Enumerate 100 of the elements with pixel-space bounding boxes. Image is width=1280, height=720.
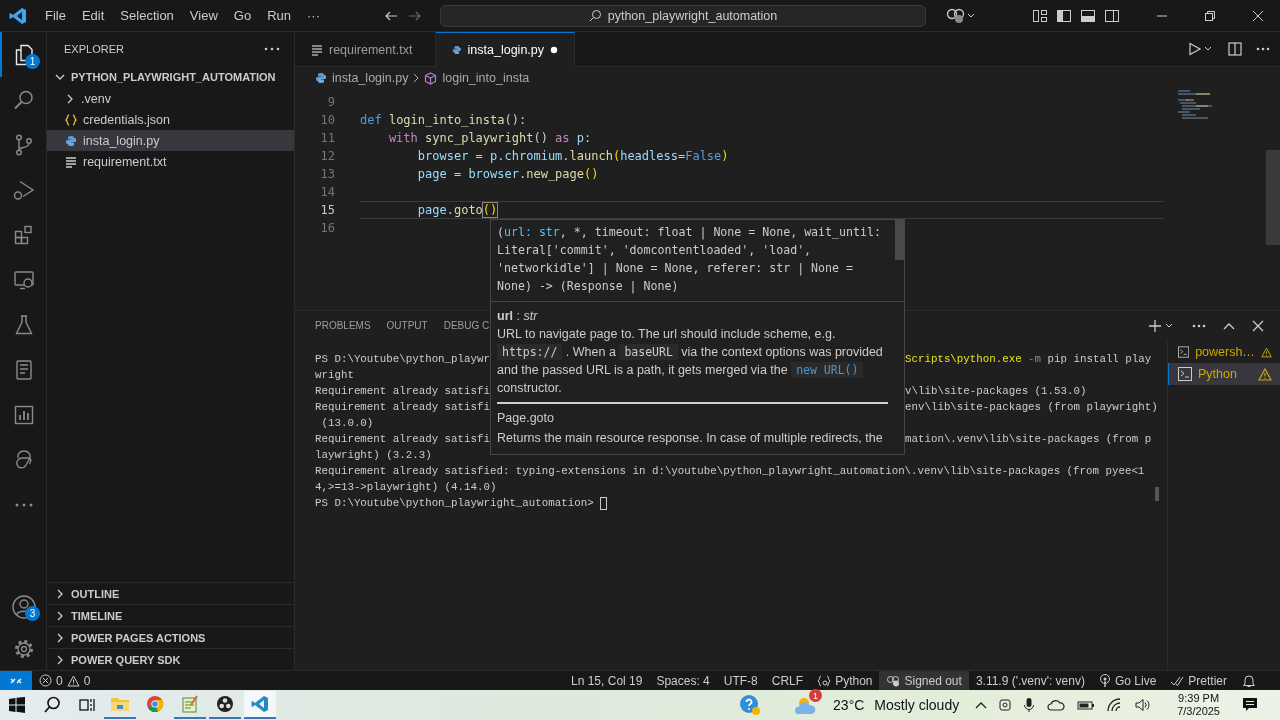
status-item[interactable]: Ln 15, Col 19 — [564, 671, 650, 690]
section-header[interactable]: POWER PAGES ACTIONS — [47, 626, 294, 648]
method-name: Page.goto — [497, 410, 555, 427]
secondary-sidebar-icon[interactable] — [1104, 7, 1120, 24]
menu-item[interactable]: Selection — [112, 8, 182, 23]
line-number: 15 — [319, 203, 335, 217]
notification-center-icon[interactable] — [1242, 697, 1258, 713]
menu-item[interactable]: Edit — [73, 8, 113, 23]
menu-item[interactable]: File — [37, 8, 74, 23]
tree-item[interactable]: credentials.json — [47, 109, 294, 130]
more-icon[interactable] — [1192, 324, 1206, 328]
terminal-text: PS D:\Youtube\python_playwr — [315, 352, 490, 367]
terminal-text: wright — [315, 368, 354, 383]
line-number: 11 — [319, 131, 335, 145]
microphone-icon[interactable] — [1023, 697, 1036, 713]
terminal-text: 4,>=13->playwright) (4.14.0) — [315, 480, 497, 495]
panel-toggle-icon[interactable] — [1080, 7, 1096, 24]
python-file-icon — [65, 134, 77, 147]
status-item[interactable]: Prettier — [1163, 671, 1234, 690]
alert-badge: 1 — [809, 689, 823, 702]
terminal-icon — [1178, 367, 1192, 381]
more-icon[interactable] — [1256, 47, 1270, 51]
task-view-icon[interactable] — [78, 696, 96, 714]
split-editor-icon[interactable] — [1228, 42, 1242, 56]
maximize-panel-icon[interactable] — [1222, 321, 1236, 331]
scrollbar-thumb[interactable] — [895, 220, 904, 260]
account-icon — [886, 674, 901, 687]
menu-item[interactable]: ··· — [299, 8, 328, 23]
line-number: 12 — [319, 149, 335, 163]
section-header[interactable]: POWER QUERY SDK — [47, 648, 294, 670]
sidebar-toggle-icon[interactable] — [1056, 7, 1072, 24]
code-line: page = browser.new_page() — [416, 166, 600, 183]
status-item[interactable]: UTF-8 — [716, 671, 765, 690]
activity-bar-item[interactable]: 1 — [0, 32, 46, 77]
breadcrumb-item[interactable]: insta_login.py — [315, 71, 409, 85]
activity-bar-item[interactable]: 3 — [0, 586, 46, 628]
terminal-text: Requirement already satisfied: typing-extensions in d:\youtube\python_playwright_automation\.venv\lib\site-packages (from pyee<1 — [315, 464, 1145, 479]
clock[interactable]: 9:39 PM 7/3/2025 — [1177, 692, 1220, 718]
status-item[interactable]: Signed out — [879, 671, 969, 690]
line-number: 14 — [319, 185, 335, 199]
app-logo-icon — [9, 6, 27, 25]
line-number: 13 — [319, 167, 335, 181]
breadcrumb-item[interactable]: login_into_insta — [424, 71, 530, 85]
text-file-icon — [311, 43, 323, 56]
help-icon[interactable] — [739, 694, 762, 716]
status-item[interactable]: Spaces: 4 — [649, 671, 717, 690]
terminal-prompt: PS D:\Youtube\python_playwright_automation> — [315, 496, 595, 511]
problems-status[interactable]: 0 0 — [32, 671, 98, 690]
panel-tab[interactable]: PROBLEMS — [315, 316, 371, 336]
python-file-icon — [452, 43, 462, 56]
menu-item[interactable]: View — [181, 8, 226, 23]
notifications-icon[interactable] — [1242, 673, 1256, 688]
close-icon[interactable] — [1252, 9, 1264, 22]
line-number: 16 — [319, 221, 335, 235]
folder-header[interactable]: PYTHON_PLAYWRIGHT_AUTOMATION — [47, 66, 294, 88]
scrollbar-thumb[interactable] — [1266, 150, 1280, 245]
terminal-text: mation\.venv\lib\site-packages (from p — [905, 432, 1152, 447]
cloud-icon[interactable] — [1047, 699, 1066, 711]
code-line: page.goto() — [360, 201, 1164, 219]
volume-icon[interactable] — [1135, 698, 1152, 712]
battery-icon[interactable] — [1077, 699, 1096, 711]
layout-icon[interactable] — [1032, 7, 1048, 24]
section-header[interactable]: TIMELINE — [47, 604, 294, 626]
command-center-field[interactable]: python_playwright_automation — [440, 4, 926, 27]
chevron-up-icon[interactable] — [975, 701, 988, 709]
status-item[interactable]: 3.11.9 ('.venv': venv) — [968, 671, 1092, 690]
scrollbar-thumb[interactable] — [1155, 487, 1159, 501]
restore-icon[interactable] — [1204, 9, 1216, 22]
status-item[interactable]: CRLF — [764, 671, 811, 690]
copilot-icon[interactable] — [946, 7, 976, 24]
error-icon — [39, 674, 52, 687]
panel-tab[interactable]: DEBUG C — [443, 316, 490, 336]
terminal-item[interactable]: powersh… — [1168, 341, 1280, 363]
terminal-text: laywright) (3.2.3) — [315, 448, 432, 463]
windows-start-icon[interactable] — [8, 696, 26, 714]
tree-item[interactable]: insta_login.py — [47, 130, 294, 151]
terminal-text: v\lib\site-packages (1.53.0) — [905, 384, 1087, 399]
editor-tab[interactable]: insta_login.py — [436, 31, 575, 67]
close-icon[interactable] — [1252, 320, 1264, 332]
tree-item[interactable]: .venv — [47, 88, 294, 109]
browser-icon — [146, 695, 164, 713]
search-icon — [588, 9, 602, 22]
more-icon[interactable] — [264, 47, 280, 51]
camera-icon[interactable] — [999, 697, 1012, 713]
terminal-icon — [1178, 345, 1190, 359]
terminal-text: (13.0.0) — [320, 416, 374, 431]
time-text: 9:39 PM — [1178, 692, 1220, 705]
menu-item[interactable]: Go — [225, 8, 260, 23]
panel-tab[interactable]: OUTPUT — [386, 316, 428, 336]
tree-item[interactable]: requirement.txt — [47, 151, 294, 172]
run-icon[interactable] — [1188, 42, 1214, 56]
terminal-item[interactable]: Python — [1168, 363, 1280, 385]
search-icon[interactable] — [43, 696, 61, 714]
menu-item[interactable]: Run — [259, 8, 299, 23]
unsaved-dot-icon[interactable] — [550, 44, 558, 55]
status-item[interactable]: Python — [810, 671, 880, 690]
remote-button[interactable] — [0, 671, 32, 690]
notepad-icon — [181, 695, 199, 713]
section-header[interactable]: OUTLINE — [47, 582, 294, 604]
status-item[interactable]: Go Live — [1091, 671, 1164, 690]
